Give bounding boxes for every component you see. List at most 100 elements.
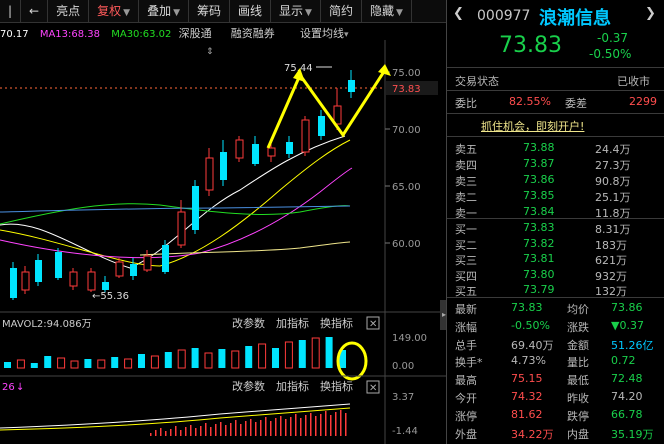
close-icon[interactable]: ✕: [369, 383, 377, 394]
divider: [447, 136, 664, 137]
toolbar-item-draw[interactable]: 画线: [230, 0, 272, 22]
candle: [162, 245, 169, 272]
ask-row: 卖二 73.85 25.1万: [447, 187, 664, 204]
stat-value: 81.62: [511, 407, 543, 421]
candle: [205, 157, 214, 191]
back-arrow-icon[interactable]: ❮: [453, 6, 464, 21]
stat-value: 73.86: [611, 301, 643, 314]
indicator-bar: [175, 426, 177, 436]
stat-value: -0.50%: [511, 318, 550, 332]
toolbar-item-highlights[interactable]: 亮点: [48, 0, 90, 22]
indicator-bar: [290, 417, 292, 436]
candle: [10, 268, 17, 298]
indicator-bar: [335, 412, 337, 436]
indicator-bar: [165, 431, 167, 436]
volume-bar: [164, 352, 172, 368]
wb-label: 委比: [455, 97, 477, 110]
indicator-bar: [150, 433, 152, 436]
y-label-last: 73.83: [392, 84, 421, 95]
indicator-bar: [230, 423, 232, 436]
indicator-change[interactable]: 换指标: [320, 379, 353, 393]
stat-label: 量比: [567, 356, 589, 370]
toolbar-item-hide-label: 隐藏: [369, 4, 394, 18]
chevron-down-icon: ▼: [305, 8, 312, 18]
volume-bar: [4, 362, 11, 368]
toolbar-item-hide[interactable]: 隐藏 ▼: [362, 0, 412, 22]
indicator-add[interactable]: 加指标: [276, 379, 309, 393]
bid-price: 73.81: [523, 252, 555, 265]
promo-link[interactable]: 抓住机会，即刻开户!: [481, 118, 584, 134]
chevron-down-icon: ▼: [173, 8, 180, 18]
stock-change: -0.37: [597, 31, 629, 45]
indicator-bar: [225, 425, 227, 436]
link-margin-trading[interactable]: 融资融券: [231, 27, 275, 40]
stock-price: 73.83: [499, 33, 562, 58]
kline-chart[interactable]: 73.83 75.00 70.00 65.00 60.00 ⇕ 75.44 ←5…: [0, 40, 446, 444]
stat-value: 74.32: [511, 390, 543, 403]
indicator-bar: [300, 418, 302, 436]
volume-change-indicator[interactable]: 换指标: [320, 316, 353, 330]
candle: [69, 271, 78, 287]
volume-add-indicator[interactable]: 加指标: [276, 316, 309, 330]
order-ratio-row: 委比 82.55% 委差 2299: [447, 93, 664, 110]
stat-value: 35.19万: [611, 427, 654, 441]
toolbar-item-overlay[interactable]: 叠加 ▼: [139, 0, 189, 22]
scroll-marker-icon: ⇕: [206, 47, 214, 57]
volume-y-0: 0.00: [392, 361, 414, 372]
stat-value: 34.22万: [511, 427, 554, 441]
indicator-bar: [250, 419, 252, 436]
indicator-edit-params[interactable]: 改参数: [232, 379, 265, 393]
divider: [447, 90, 664, 91]
toolbar-item-chips[interactable]: 筹码: [189, 0, 231, 22]
y-label-70: 70.00: [392, 125, 421, 136]
stat-label: 涨跌: [567, 320, 589, 334]
volume-bar: [57, 357, 66, 369]
indicator-bar: [195, 428, 197, 436]
stat-value: 69.40万: [511, 338, 554, 352]
ask-price: 73.88: [523, 141, 555, 154]
stock-change-pct: -0.50%: [589, 47, 632, 61]
stat-label: 内盘: [567, 427, 589, 441]
indicator-y-top: 3.37: [392, 392, 414, 403]
quote-panel: ❮ 000977 浪潮信息 ❯ 73.83 -0.37 -0.50% 交易状态 …: [446, 0, 664, 444]
ask-row: 卖三 73.86 90.8万: [447, 171, 664, 188]
link-ma-settings[interactable]: 设置均线: [300, 27, 344, 40]
volume-bar: [177, 349, 186, 369]
link-shenzhen-connect[interactable]: 深股通: [179, 27, 212, 40]
forward-arrow-icon[interactable]: ❯: [645, 6, 656, 21]
indicator-bar: [295, 414, 297, 436]
close-icon[interactable]: ✕: [369, 319, 377, 330]
toolbar-item-display-label: 显示: [279, 4, 304, 18]
stat-value: 72.48: [611, 372, 643, 386]
volume-bar: [231, 350, 240, 369]
stat-label: 外盘: [455, 427, 477, 441]
indicator-line: [0, 403, 351, 429]
indicator-bar: [185, 427, 187, 436]
indicator-bar: [210, 427, 212, 436]
stat-label: 总手: [455, 338, 477, 352]
indicator-bar: [265, 417, 267, 436]
toolbar-item-display[interactable]: 显示 ▼: [271, 0, 321, 22]
indicator-bar: [280, 416, 282, 436]
indicator-bar: [240, 424, 242, 436]
volume-edit-params[interactable]: 改参数: [232, 316, 265, 330]
divider: [447, 297, 664, 298]
back-icon[interactable]: |: [0, 0, 22, 22]
toolbar-item-simple[interactable]: 简约: [321, 0, 362, 22]
volume-bar: [298, 340, 306, 368]
candle: [177, 211, 186, 246]
volume-bar: [138, 354, 145, 368]
low-annotation: ←55.36: [92, 291, 129, 302]
divider: [447, 113, 664, 114]
toolbar-item-adjust[interactable]: 复权 ▼: [89, 0, 140, 22]
bid-row: 买四 73.80 932万: [447, 266, 664, 283]
volume-bar: [325, 337, 333, 368]
stat-value: 4.73%: [511, 354, 546, 368]
back-arrow-icon[interactable]: ←: [21, 0, 49, 22]
chart-toolbar: | ← 亮点 复权 ▼ 叠加 ▼ 筹码 画线 显示 ▼ 简约 隐藏 ▼: [0, 0, 446, 23]
indicator-bar: [200, 426, 202, 436]
candle: [102, 282, 109, 290]
stat-label: 最新: [455, 303, 477, 316]
volume-bar: [84, 359, 92, 368]
trade-status-label: 交易状态: [455, 75, 499, 88]
